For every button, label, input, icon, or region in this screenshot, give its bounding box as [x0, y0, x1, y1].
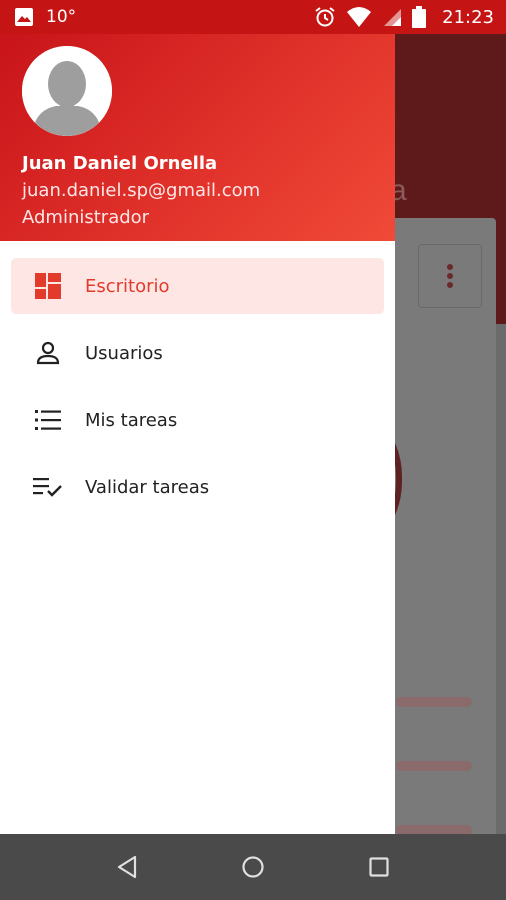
dashboard-icon — [33, 271, 63, 301]
signal-icon — [382, 7, 402, 27]
back-icon — [117, 855, 137, 879]
background-overflow-button — [418, 244, 482, 308]
person-icon — [33, 338, 63, 368]
back-button[interactable] — [109, 849, 145, 885]
temperature-text: 10° — [46, 7, 77, 27]
menu-item-label: Validar tareas — [85, 476, 210, 498]
person-silhouette-icon — [22, 46, 112, 136]
battery-icon — [412, 6, 427, 28]
drawer-header: Juan Daniel Ornella juan.daniel.sp@gmail… — [0, 34, 395, 241]
drawer-menu: Escritorio Usuarios Mis tareas Validar t… — [0, 241, 395, 515]
user-email: juan.daniel.sp@gmail.com — [22, 180, 261, 201]
recents-button[interactable] — [361, 849, 397, 885]
menu-item-usuarios[interactable]: Usuarios — [11, 325, 384, 381]
background-bar — [396, 697, 472, 707]
status-bar: 10° 21:23 — [0, 0, 506, 34]
home-icon — [242, 856, 264, 878]
menu-item-label: Mis tareas — [85, 409, 178, 431]
more-vert-icon — [447, 264, 453, 288]
image-icon — [14, 7, 34, 27]
menu-item-label: Usuarios — [85, 342, 163, 364]
system-nav-bar — [0, 834, 506, 900]
background-bar — [396, 761, 472, 771]
menu-item-escritorio[interactable]: Escritorio — [11, 258, 384, 314]
alarm-icon — [314, 6, 336, 28]
menu-item-validar-tareas[interactable]: Validar tareas — [11, 459, 384, 515]
home-button[interactable] — [235, 849, 271, 885]
recents-icon — [369, 857, 389, 877]
menu-item-mis-tareas[interactable]: Mis tareas — [11, 392, 384, 448]
avatar[interactable] — [22, 46, 112, 136]
navigation-drawer: Juan Daniel Ornella juan.daniel.sp@gmail… — [0, 34, 395, 834]
list-icon — [33, 405, 63, 435]
user-role: Administrador — [22, 207, 150, 228]
wifi-icon — [346, 6, 372, 28]
menu-item-label: Escritorio — [85, 275, 170, 297]
user-name: Juan Daniel Ornella — [22, 153, 218, 174]
clock-text: 21:23 — [442, 6, 494, 28]
playlist-check-icon — [33, 472, 63, 502]
